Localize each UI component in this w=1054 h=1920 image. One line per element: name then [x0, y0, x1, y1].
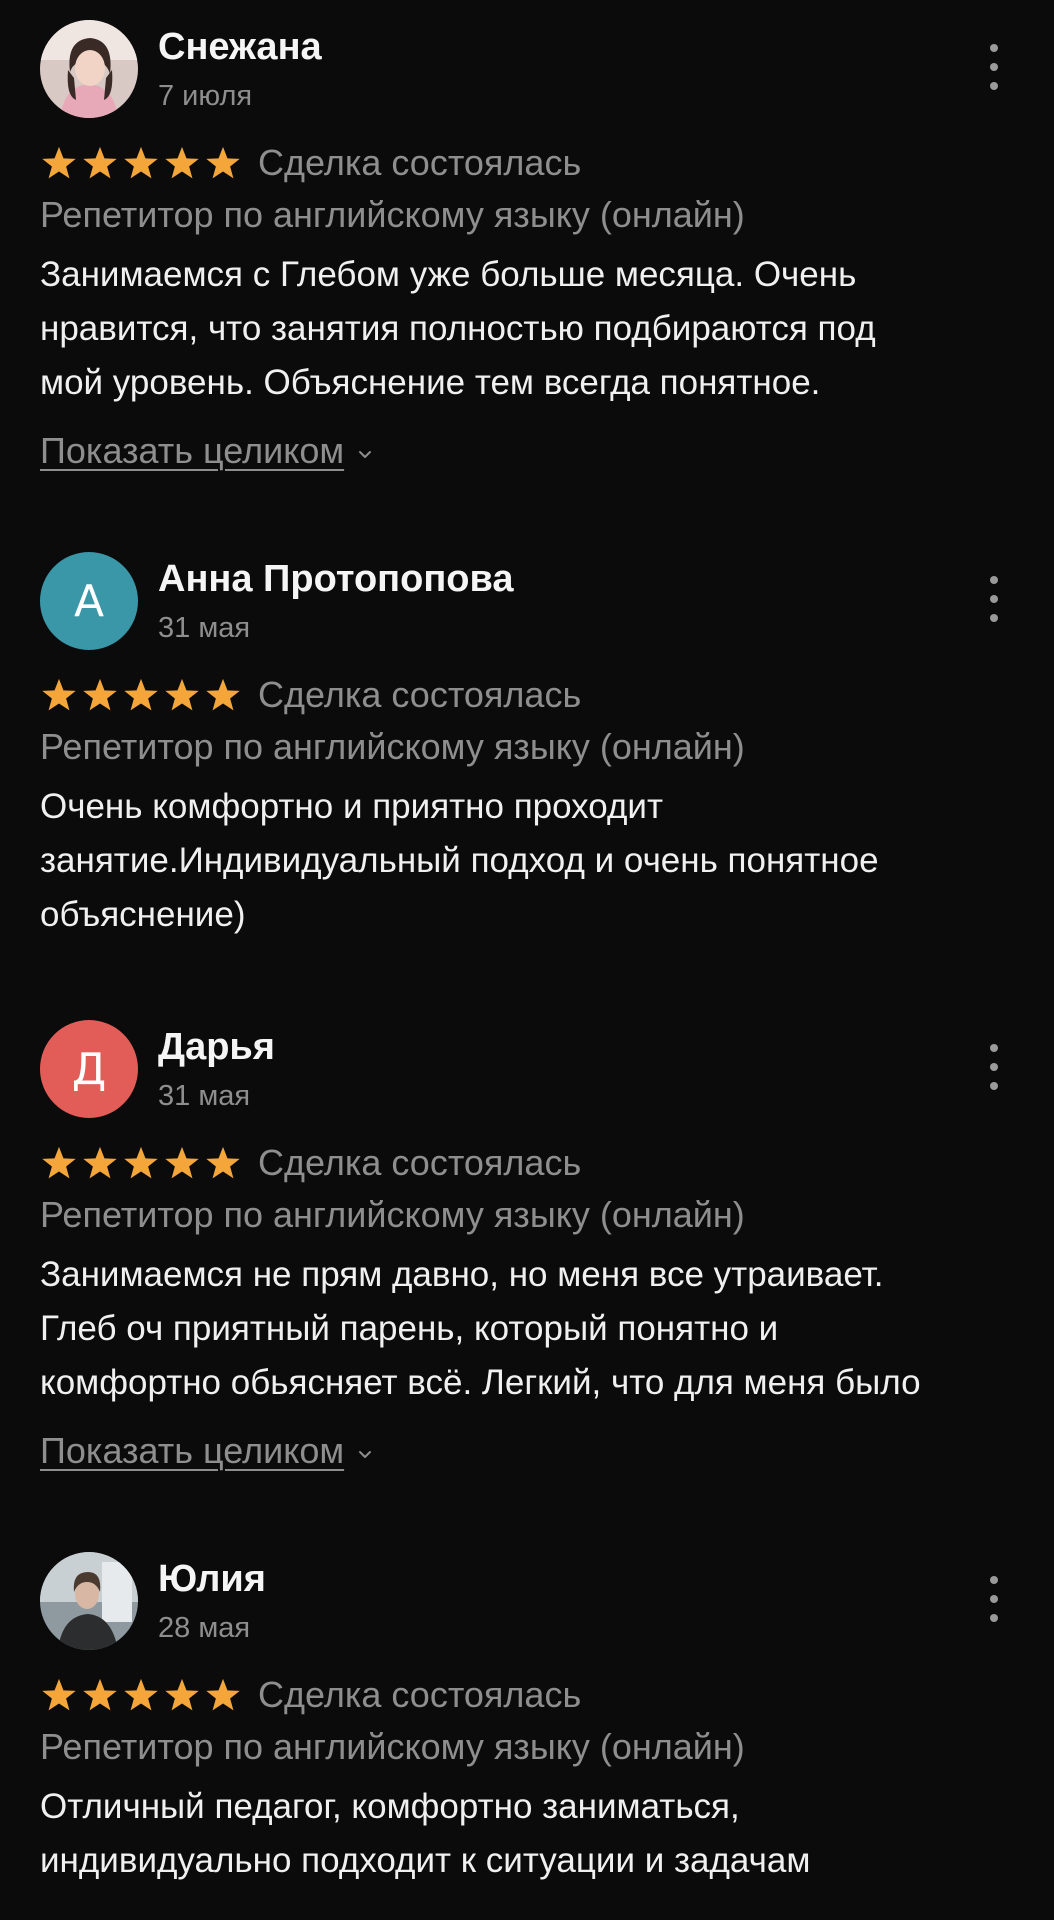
avatar[interactable]: Д [40, 1020, 138, 1118]
review-text-line: Глеб оч приятный парень, который понятно… [40, 1309, 779, 1348]
star-icon [83, 1678, 117, 1711]
review-text-line: Занимаемся с Глебом уже больше месяца. О… [40, 255, 857, 294]
review-header: Снежана 7 июля [40, 20, 1014, 120]
review-text: Занимаемся с Глебом уже больше месяца. О… [40, 248, 1015, 410]
star-icon [206, 1146, 240, 1179]
author-name: Дарья [158, 1026, 275, 1068]
review-date: 7 июля [158, 80, 253, 112]
deal-status: Сделка состоялась [258, 674, 582, 715]
star-icon [42, 146, 76, 179]
review-header: А Анна Протопопова 31 мая [40, 552, 1014, 652]
more-options-icon[interactable] [974, 576, 1014, 622]
star-icon [124, 1678, 158, 1711]
rating-row: Сделка состоялась [40, 1138, 581, 1188]
star-rating [40, 676, 242, 714]
star-icon [124, 1146, 158, 1179]
rating-row: Сделка состоялась [40, 1670, 581, 1720]
star-icon [83, 1146, 117, 1179]
star-icon [42, 1146, 76, 1179]
user-photo-icon [40, 1552, 138, 1650]
avatar[interactable]: А [40, 552, 138, 650]
show-more-label: Показать целиком [40, 1430, 345, 1471]
review-date: 31 мая [158, 1080, 251, 1112]
star-icon [165, 1146, 199, 1179]
user-photo-icon [40, 20, 138, 118]
review-text-line: нравится, что занятия полностью подбираю… [40, 309, 876, 348]
star-icon [165, 146, 199, 179]
reviews-list: Снежана 7 июля Сделка состоялась Репетит… [0, 0, 1054, 1920]
review-text-line: мой уровень. Объяснение тем всегда понят… [40, 363, 821, 402]
avatar[interactable] [40, 1552, 138, 1650]
show-more-link[interactable]: Показать целиком [40, 430, 372, 472]
avatar[interactable] [40, 20, 138, 118]
review-text: Отличный педагог, комфортно заниматься, … [40, 1780, 1015, 1888]
star-rating [40, 1144, 242, 1182]
review-text: Занимаемся не прям давно, но меня все ут… [40, 1248, 1015, 1410]
more-options-icon[interactable] [974, 44, 1014, 90]
more-options-icon[interactable] [974, 1044, 1014, 1090]
review-header: Юлия 28 мая [40, 1552, 1014, 1652]
review-date: 28 мая [158, 1612, 251, 1644]
star-rating [40, 144, 242, 182]
deal-status: Сделка состоялась [258, 1142, 582, 1183]
review-text-line: индивидуально подходит к ситуации и зада… [40, 1841, 811, 1880]
review-date: 31 мая [158, 612, 251, 644]
star-rating [40, 1676, 242, 1714]
service-name: Репетитор по английскому языку (онлайн) [40, 1194, 745, 1235]
deal-status: Сделка состоялась [258, 1674, 582, 1715]
deal-status: Сделка состоялась [258, 142, 582, 183]
review-text-line: Очень комфортно и приятно проходит [40, 787, 663, 826]
star-icon [42, 678, 76, 711]
review-text-line: комфортно обьясняет всё. Легкий, что для… [40, 1363, 921, 1402]
service-name: Репетитор по английскому языку (онлайн) [40, 194, 745, 235]
star-icon [206, 146, 240, 179]
review-text-line: занятие.Индивидуальный подход и очень по… [40, 841, 879, 880]
author-name: Снежана [158, 26, 322, 68]
star-icon [83, 146, 117, 179]
review-text-line: объяснение) [40, 895, 246, 934]
star-icon [206, 1678, 240, 1711]
service-name: Репетитор по английскому языку (онлайн) [40, 1726, 745, 1767]
service-name: Репетитор по английскому языку (онлайн) [40, 726, 745, 767]
star-icon [165, 678, 199, 711]
rating-row: Сделка состоялась [40, 670, 581, 720]
star-icon [124, 146, 158, 179]
review-header: Д Дарья 31 мая [40, 1020, 1014, 1120]
chevron-down-icon [359, 1450, 372, 1458]
star-icon [124, 678, 158, 711]
avatar-letter: Д [71, 1043, 107, 1095]
avatar-letter: А [73, 575, 105, 627]
star-icon [165, 1678, 199, 1711]
show-more-link[interactable]: Показать целиком [40, 1430, 372, 1472]
show-more-label: Показать целиком [40, 430, 345, 471]
author-name: Анна Протопопова [158, 558, 514, 600]
review-text-line: Занимаемся не прям давно, но меня все ут… [40, 1255, 884, 1294]
star-icon [42, 1678, 76, 1711]
chevron-down-icon [359, 450, 372, 458]
star-icon [206, 678, 240, 711]
star-icon [83, 678, 117, 711]
more-options-icon[interactable] [974, 1576, 1014, 1622]
author-name: Юлия [158, 1558, 266, 1600]
review-text-line: Отличный педагог, комфортно заниматься, [40, 1787, 740, 1826]
review-text: Очень комфортно и приятно проходит занят… [40, 780, 1015, 942]
rating-row: Сделка состоялась [40, 138, 581, 188]
